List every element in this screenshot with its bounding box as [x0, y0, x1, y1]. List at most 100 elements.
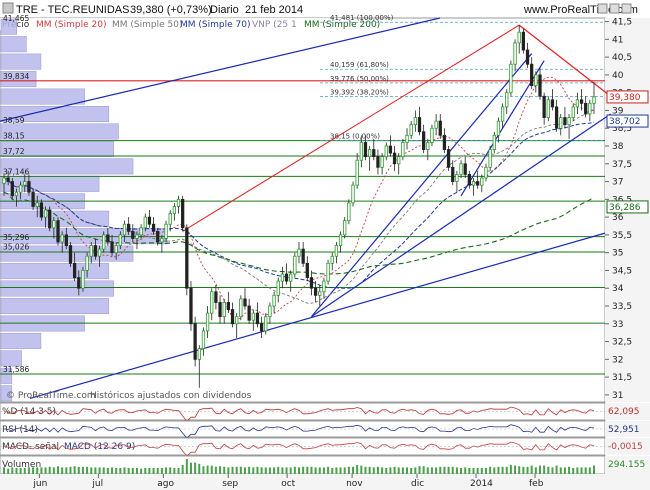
- candle-body: [139, 227, 143, 236]
- candle-body: [243, 298, 247, 307]
- candle-body: [388, 145, 393, 154]
- candle-body: [338, 234, 343, 246]
- legend-ma50[interactable]: MM (Simple 50): [112, 20, 182, 30]
- x-tick-label: jun: [32, 479, 47, 489]
- candle-body: [35, 202, 39, 207]
- candle-body: [305, 262, 309, 278]
- candle-body: [297, 248, 301, 257]
- candle-body: [10, 181, 14, 197]
- candle-body: [513, 42, 517, 65]
- maximize-icon[interactable]: [609, 3, 620, 14]
- candle-body: [467, 174, 471, 186]
- legend-ma70[interactable]: MM (Simple 70): [180, 20, 250, 30]
- candle-body: [176, 198, 181, 207]
- candle-body: [201, 330, 206, 350]
- volume-bar: [135, 468, 138, 474]
- volume-bar: [460, 468, 463, 474]
- volume-bar: [563, 467, 566, 474]
- candle-body: [18, 184, 23, 193]
- candle-body: [205, 312, 210, 332]
- indicator-panel: [0, 402, 606, 421]
- y-tick-label: 33,5: [612, 302, 632, 312]
- volume-bar: [385, 468, 388, 474]
- menu-icon[interactable]: [2, 2, 14, 14]
- legend: Precio MM (Simple 20) MM (Simple 50) MM …: [0, 18, 380, 30]
- candle-body: [521, 31, 526, 51]
- candle-body: [247, 305, 251, 321]
- candle-body: [127, 223, 131, 232]
- volume-bar: [331, 468, 334, 474]
- volume-bar: [472, 468, 475, 474]
- volume-bar: [198, 463, 201, 474]
- volume-bar: [514, 465, 517, 474]
- header-date: 21 feb 2014: [245, 4, 303, 16]
- volume-bar: [584, 467, 587, 474]
- legend-ma20[interactable]: MM (Simple 20): [36, 20, 106, 30]
- volume-bar: [202, 466, 205, 474]
- level-label: 35,026: [3, 243, 29, 252]
- candle-body: [72, 262, 77, 278]
- volume-bar: [509, 465, 512, 474]
- candle-body: [226, 302, 231, 310]
- candle-body: [301, 248, 305, 264]
- candle-body: [534, 74, 538, 86]
- candle-body: [392, 152, 397, 165]
- candle-body: [143, 216, 147, 229]
- candle-body: [405, 134, 409, 143]
- volume-bar: [152, 468, 155, 474]
- candle-body: [77, 277, 81, 289]
- volume-bar: [73, 466, 76, 474]
- volume-bar: [497, 466, 500, 474]
- candle-body: [6, 177, 10, 182]
- period-label: Diario: [210, 4, 239, 16]
- y-tick-label: 36: [612, 213, 624, 223]
- candle-body: [189, 287, 193, 325]
- candle-body: [60, 234, 64, 243]
- candle-body: [43, 209, 48, 218]
- close-icon[interactable]: [621, 3, 632, 14]
- volume-bar: [306, 466, 309, 474]
- volume-bar: [376, 466, 379, 474]
- y-tick-label: 35,5: [612, 231, 632, 241]
- candle-body: [359, 142, 363, 161]
- minimize-icon[interactable]: [597, 3, 608, 14]
- volume-bar: [322, 467, 325, 474]
- volume-bar: [368, 466, 371, 474]
- fib-label: 39,776 (50,00%): [330, 75, 389, 83]
- y-tick-label: 34,5: [612, 266, 632, 276]
- y-tick-label: 37,5: [612, 160, 632, 170]
- y-tick-label: 33: [612, 320, 623, 330]
- y-tick-label: 40: [612, 71, 624, 81]
- instrument-title: TRE - TEC.REUNIDAS: [16, 4, 129, 16]
- candle-body: [168, 213, 172, 225]
- volume-bar: [588, 467, 591, 474]
- volume-profile-bar: [0, 263, 110, 280]
- indicator-panel: [0, 420, 606, 438]
- candle-body: [284, 273, 289, 282]
- volume-bar: [19, 468, 22, 474]
- candle-body: [214, 291, 218, 303]
- candle-body: [222, 302, 226, 318]
- candle-body: [347, 202, 351, 222]
- legend-vwap[interactable]: VNP (25 1: [252, 20, 297, 30]
- candle-body: [559, 117, 563, 129]
- candle-body: [272, 294, 276, 307]
- candle-body: [185, 227, 189, 289]
- x-tick-label: nov: [346, 479, 363, 489]
- candle-body: [538, 74, 542, 97]
- candle-body: [151, 223, 156, 232]
- indicator-value: 52,951: [608, 425, 640, 435]
- y-tick-label: 41,5: [612, 18, 632, 28]
- volume-profile-bar: [0, 280, 114, 297]
- volume-bar: [115, 468, 118, 474]
- volume-bar: [327, 466, 330, 474]
- volume-bar: [173, 468, 176, 474]
- volume-bar: [347, 466, 350, 474]
- volume-bar: [526, 466, 529, 474]
- volume-profile-bar: [0, 332, 42, 349]
- volume-bar: [169, 467, 172, 474]
- volume-bar: [36, 467, 39, 474]
- volume-bar: [410, 468, 413, 474]
- y-tick-label: 32: [612, 355, 623, 365]
- volume-bar: [372, 467, 375, 474]
